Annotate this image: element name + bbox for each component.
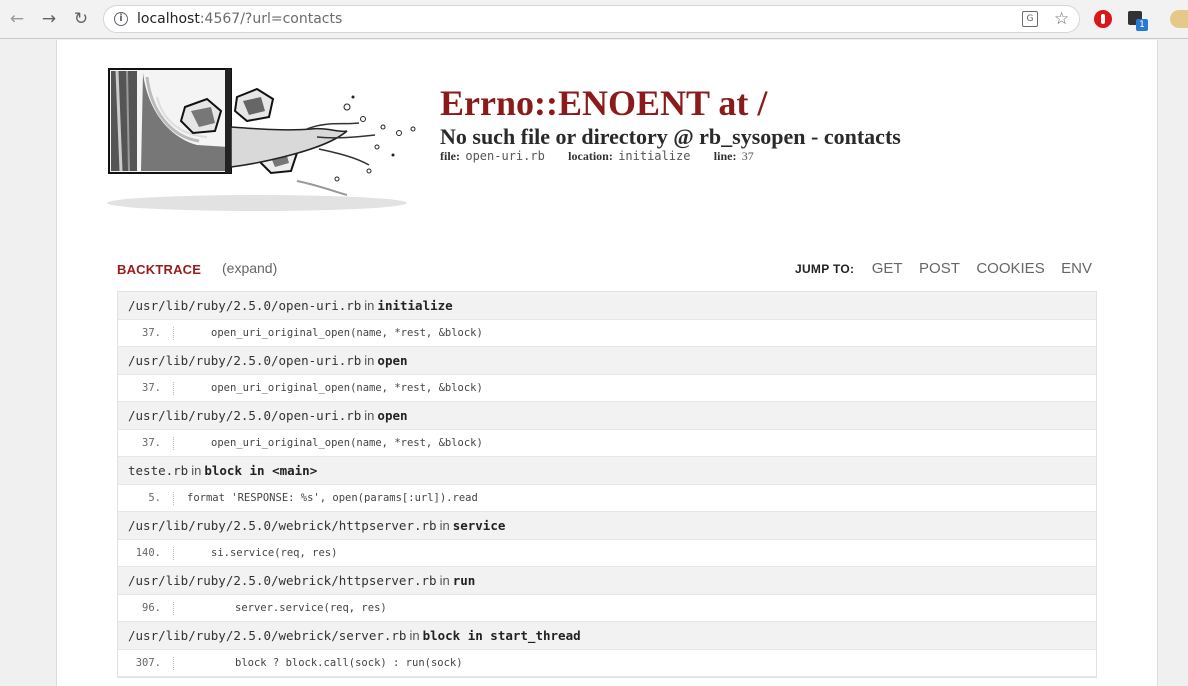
code-separator bbox=[173, 602, 174, 615]
frame-header[interactable]: /usr/lib/ruby/2.5.0/open-uri.rb in open bbox=[118, 347, 1096, 375]
frame-path: teste.rb bbox=[128, 463, 189, 478]
code-separator bbox=[173, 657, 174, 670]
code-separator bbox=[173, 547, 174, 560]
code-text: open_uri_original_open(name, *rest, &blo… bbox=[211, 327, 483, 339]
line-number: 37. bbox=[142, 382, 161, 394]
forward-arrow-icon[interactable]: → bbox=[38, 8, 60, 30]
line-value: 37 bbox=[741, 149, 754, 163]
frame-code-line[interactable]: 96. server.service(req, res) bbox=[118, 595, 1096, 622]
frame-code-line[interactable]: 37. open_uri_original_open(name, *rest, &… bbox=[118, 320, 1096, 347]
error-meta: file: open-uri.rb location: initialize l… bbox=[440, 149, 754, 164]
frame-in-word: in bbox=[364, 353, 375, 368]
frame-method: open bbox=[377, 353, 408, 368]
file-label: file: bbox=[440, 149, 460, 163]
frame-header[interactable]: /usr/lib/ruby/2.5.0/webrick/httpserver.r… bbox=[118, 512, 1096, 540]
backtrace-list: /usr/lib/ruby/2.5.0/open-uri.rb in initial… bbox=[117, 291, 1097, 678]
code-text: format 'RESPONSE: %s', open(params[:url]… bbox=[187, 492, 478, 504]
code-separator bbox=[173, 492, 174, 505]
location-label: location: bbox=[568, 149, 613, 163]
extension-badge: 1 bbox=[1136, 19, 1148, 31]
frame-in-word: in bbox=[439, 573, 450, 588]
jump-link-cookies[interactable]: COOKIES bbox=[976, 260, 1044, 277]
code-text: open_uri_original_open(name, *rest, &blo… bbox=[211, 437, 483, 449]
code-separator bbox=[173, 382, 174, 395]
line-number: 5. bbox=[148, 492, 161, 504]
line-number: 37. bbox=[142, 327, 161, 339]
code-separator bbox=[173, 327, 174, 340]
frame-path: /usr/lib/ruby/2.5.0/open-uri.rb bbox=[128, 298, 362, 313]
frame-code-line[interactable]: 5. format 'RESPONSE: %s', open(params[:ur… bbox=[118, 485, 1096, 512]
frame-path: /usr/lib/ruby/2.5.0/webrick/httpserver.r… bbox=[128, 518, 437, 533]
frame-in-word: in bbox=[409, 628, 420, 643]
error-title: Errno::ENOENT at / bbox=[440, 83, 768, 123]
code-separator bbox=[173, 437, 174, 450]
frame-header[interactable]: /usr/lib/ruby/2.5.0/open-uri.rb in open bbox=[118, 402, 1096, 430]
code-text: si.service(req, res) bbox=[211, 547, 338, 559]
error-message: No such file or directory @ rb_sysopen -… bbox=[440, 124, 901, 149]
frame-path: /usr/lib/ruby/2.5.0/webrick/httpserver.r… bbox=[128, 573, 437, 588]
line-label: line: bbox=[713, 149, 737, 163]
frame-path: /usr/lib/ruby/2.5.0/open-uri.rb bbox=[128, 408, 362, 423]
code-text: server.service(req, res) bbox=[235, 602, 387, 614]
url-path: :4567/?url=contacts bbox=[199, 11, 343, 27]
info-icon[interactable]: i bbox=[114, 12, 128, 26]
frame-in-word: in bbox=[364, 298, 375, 313]
frame-header[interactable]: /usr/lib/ruby/2.5.0/webrick/httpserver.r… bbox=[118, 567, 1096, 595]
frame-code-line[interactable]: 140. si.service(req, res) bbox=[118, 540, 1096, 567]
line-number: 96. bbox=[142, 602, 161, 614]
jump-link-post[interactable]: POST bbox=[919, 260, 960, 277]
line-number: 140. bbox=[135, 547, 161, 559]
frame-method: block in start_thread bbox=[422, 628, 581, 643]
browser-toolbar: ← → ↻ i localhost:4567/?url=contacts G ☆… bbox=[0, 0, 1188, 39]
frame-code-line[interactable]: 37. open_uri_original_open(name, *rest, &… bbox=[118, 430, 1096, 457]
jump-to-nav: JUMP TO: GET POST COOKIES ENV bbox=[795, 260, 1097, 278]
code-text: open_uri_original_open(name, *rest, &blo… bbox=[211, 382, 483, 394]
frame-header[interactable]: /usr/lib/ruby/2.5.0/open-uri.rb in initial… bbox=[118, 292, 1096, 320]
extension-icon[interactable]: 1 bbox=[1127, 10, 1148, 31]
line-number: 307. bbox=[135, 657, 161, 669]
frame-method: open bbox=[377, 408, 408, 423]
translate-icon[interactable]: G bbox=[1022, 11, 1038, 27]
frame-header[interactable]: /usr/lib/ruby/2.5.0/webrick/server.rb in b… bbox=[118, 622, 1096, 650]
file-value: open-uri.rb bbox=[465, 149, 545, 163]
address-bar[interactable]: i localhost:4567/?url=contacts G ☆ bbox=[103, 5, 1080, 33]
jump-link-get[interactable]: GET bbox=[872, 260, 903, 277]
frame-in-word: in bbox=[191, 463, 202, 478]
jump-to-label: JUMP TO: bbox=[794, 262, 855, 276]
reload-icon[interactable]: ↻ bbox=[70, 8, 92, 30]
jump-link-env[interactable]: ENV bbox=[1061, 260, 1092, 277]
frame-method: run bbox=[452, 573, 476, 588]
code-text: block ? block.call(sock) : run(sock) bbox=[235, 657, 463, 669]
frame-method: block in <main> bbox=[204, 463, 318, 478]
frame-method: initialize bbox=[377, 298, 453, 313]
url-text[interactable]: localhost:4567/?url=contacts bbox=[137, 11, 342, 27]
frame-code-line[interactable]: 37. open_uri_original_open(name, *rest, &… bbox=[118, 375, 1096, 402]
line-number: 37. bbox=[142, 437, 161, 449]
profile-extension-icon[interactable] bbox=[1170, 10, 1188, 28]
frame-header[interactable]: teste.rb in block in <main> bbox=[118, 457, 1096, 485]
sinatra-logo bbox=[107, 68, 416, 211]
frame-in-word: in bbox=[439, 518, 450, 533]
backtrace-header: BACKTRACE (expand) JUMP TO: GET POST COO… bbox=[117, 260, 1097, 280]
frame-path: /usr/lib/ruby/2.5.0/open-uri.rb bbox=[128, 353, 362, 368]
back-arrow-icon[interactable]: ← bbox=[6, 8, 28, 30]
backtrace-label: BACKTRACE bbox=[117, 262, 202, 277]
frame-path: /usr/lib/ruby/2.5.0/webrick/server.rb bbox=[128, 628, 407, 643]
frame-in-word: in bbox=[364, 408, 375, 423]
location-value: initialize bbox=[618, 149, 691, 163]
adblock-extension-icon[interactable] bbox=[1094, 10, 1112, 28]
frame-method: service bbox=[452, 518, 506, 533]
expand-link[interactable]: (expand) bbox=[222, 260, 277, 276]
url-host: localhost bbox=[137, 11, 200, 27]
error-page: Errno::ENOENT at / No such file or direc… bbox=[56, 40, 1158, 686]
frame-code-line[interactable]: 307. block ? block.call(sock) : run(sock) bbox=[118, 650, 1096, 677]
bookmark-star-icon[interactable]: ☆ bbox=[1054, 9, 1069, 29]
